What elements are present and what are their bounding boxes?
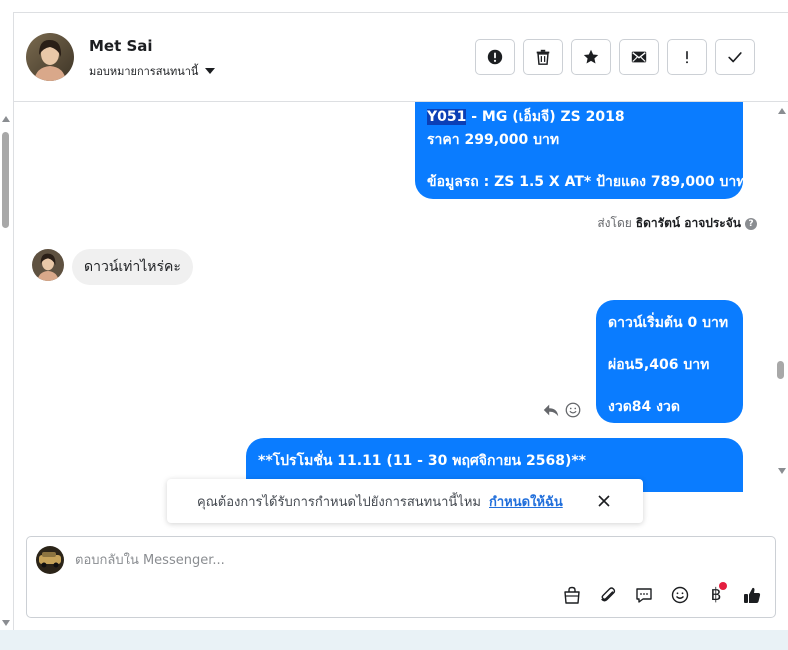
check-icon: [728, 52, 742, 63]
message-line: **โปรโมชั่น 11.11 (11 - 30 พฤศจิกายน 256…: [258, 453, 587, 469]
mark-unread-button[interactable]: [619, 39, 659, 75]
assign-to-me-link[interactable]: กำหนดให้ฉัน: [489, 491, 563, 512]
exclamation-circle-icon: [487, 49, 503, 65]
star-button[interactable]: [571, 39, 611, 75]
scroll-up-arrow-icon[interactable]: [2, 116, 10, 122]
reply-input[interactable]: [75, 548, 725, 572]
outgoing-message[interactable]: ดาวน์เริ่มต้น 0 บาท ผ่อน5,406 บาท งวด84 …: [596, 300, 743, 423]
conversation-panel: Met Sai มอบหมายการสนทนานี้ Y051 - MG (เอ…: [13, 12, 788, 630]
composer-toolbar: ฿: [560, 582, 764, 607]
help-icon[interactable]: ?: [745, 217, 757, 230]
message-list[interactable]: Y051 - MG (เอ็มจี) ZS 2018 ราคา 299,000 …: [14, 102, 788, 492]
close-icon[interactable]: [595, 492, 613, 510]
react-smiley-icon[interactable]: [564, 401, 582, 423]
exclamation-icon: [686, 51, 688, 64]
star-icon: [583, 49, 599, 64]
scrollbar-thumb[interactable]: [777, 361, 784, 379]
contact-avatar-small: [32, 249, 64, 281]
page-avatar: [36, 546, 64, 574]
message-list-scrollbar[interactable]: [775, 102, 788, 492]
sent-by-prefix: ส่งโดย: [597, 216, 632, 230]
conversation-header: Met Sai มอบหมายการสนทนานี้: [14, 13, 788, 102]
contact-name: Met Sai: [89, 37, 153, 55]
notification-dot: [719, 582, 727, 590]
scroll-down-arrow-icon[interactable]: [778, 468, 786, 474]
message-line: งวด84 งวด: [608, 399, 680, 415]
scroll-down-arrow-icon[interactable]: [2, 620, 10, 626]
assign-label: มอบหมายการสนทนานี้: [89, 65, 199, 78]
message-actions: [542, 401, 582, 423]
message-line: ข้อมูลรถ : ZS 1.5 X AT* ป้ายแดง 789,000 …: [427, 174, 746, 190]
mark-done-button[interactable]: [715, 39, 755, 75]
paperclip-icon[interactable]: [596, 583, 620, 607]
outgoing-message[interactable]: Y051 - MG (เอ็มจี) ZS 2018 ราคา 299,000 …: [415, 102, 746, 199]
highlighted-text: Y051: [427, 109, 467, 125]
message-line: ราคา 299,000 บาท: [427, 132, 560, 148]
chat-bubble-icon[interactable]: [632, 583, 656, 607]
trash-icon: [536, 49, 550, 65]
reply-icon[interactable]: [542, 401, 560, 423]
follow-up-button[interactable]: [667, 39, 707, 75]
message-text: - MG (เอ็มจี) ZS 2018: [466, 109, 625, 125]
assign-prompt-banner: คุณต้องการได้รับการกำหนดไปยังการสนทนานี้…: [167, 479, 643, 523]
thumbs-up-icon[interactable]: [740, 583, 764, 607]
sent-by-info: ส่งโดย ธิดารัตน์ อาจประจัน ?: [597, 214, 757, 233]
delete-button[interactable]: [523, 39, 563, 75]
bag-icon[interactable]: [560, 583, 584, 607]
contact-avatar[interactable]: [26, 33, 74, 81]
page-footer-strip: [0, 630, 788, 650]
mark-spam-button[interactable]: [475, 39, 515, 75]
envelope-icon: [631, 51, 647, 63]
message-line: ดาวน์เริ่มต้น 0 บาท: [608, 315, 729, 331]
message-line: ผ่อน5,406 บาท: [608, 357, 710, 373]
page-scrollbar[interactable]: [0, 110, 12, 630]
scrollbar-thumb[interactable]: [2, 132, 9, 228]
baht-icon[interactable]: ฿: [704, 582, 728, 607]
reply-composer: ฿: [26, 536, 776, 618]
message-line: Y051 - MG (เอ็มจี) ZS 2018: [427, 106, 625, 128]
sent-by-name: ธิดารัตน์ อาจประจัน: [635, 216, 741, 230]
scroll-up-arrow-icon[interactable]: [778, 108, 786, 114]
assign-conversation-dropdown[interactable]: มอบหมายการสนทนานี้: [89, 62, 216, 80]
assign-prompt-text: คุณต้องการได้รับการกำหนดไปยังการสนทนานี้…: [197, 494, 481, 510]
incoming-message[interactable]: ดาวน์เท่าไหร่คะ: [72, 249, 193, 285]
caret-down-icon: [205, 68, 216, 74]
header-actions: [475, 39, 755, 75]
smiley-icon[interactable]: [668, 583, 692, 607]
